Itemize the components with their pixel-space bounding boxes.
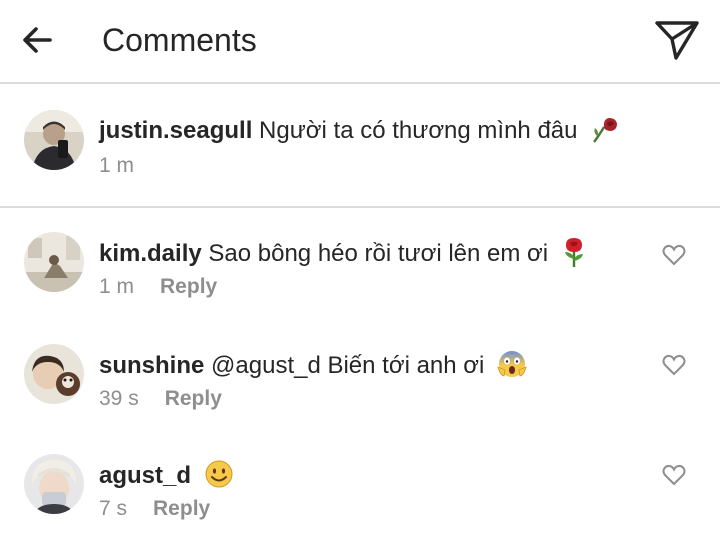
like-button[interactable] — [662, 244, 686, 266]
avatar[interactable] — [24, 454, 84, 514]
share-button[interactable] — [654, 18, 700, 62]
paper-plane-icon — [655, 21, 699, 60]
page-title: Comments — [102, 22, 257, 58]
caption-text: Người ta có thương mình đâu — [259, 117, 578, 144]
heart-icon — [662, 244, 686, 266]
reply-button[interactable]: Reply — [165, 387, 222, 410]
comment-row: sunshine @agust_d Biến tới anh ơi 39 s R… — [0, 320, 720, 430]
rose-icon — [561, 237, 587, 275]
comment-username[interactable]: agust_d — [99, 462, 191, 489]
caption-line: justin.seagull Người ta có thương mình đ… — [99, 114, 620, 152]
comment-row: agust_d 7 s Reply — [0, 430, 720, 534]
top-bar: Comments — [0, 0, 720, 84]
heart-icon — [662, 354, 686, 376]
comment-line: sunshine @agust_d Biến tới anh ơi — [99, 349, 527, 387]
comment-text: Sao bông héo rồi tươi lên em ơi — [208, 240, 549, 267]
comment-row: kim.daily Sao bông héo rồi tươi lên em ơ… — [0, 208, 720, 320]
smiling-face-icon — [204, 459, 234, 497]
comment-time: 7 s — [99, 497, 128, 520]
caption: justin.seagull Người ta có thương mình đ… — [0, 84, 720, 208]
comment-username[interactable]: sunshine — [99, 352, 204, 379]
comment-meta: 1 m Reply — [99, 274, 217, 300]
comment-time: 1 m — [99, 275, 135, 298]
comment-meta: 7 s Reply — [99, 496, 210, 522]
comment-time: 39 s — [99, 387, 139, 410]
screaming-face-icon — [497, 349, 527, 387]
caption-time: 1 m — [99, 154, 135, 177]
back-button[interactable] — [20, 22, 60, 58]
comment-line: agust_d — [99, 459, 234, 497]
comment-line: kim.daily Sao bông héo rồi tươi lên em ơ… — [99, 237, 587, 275]
like-button[interactable] — [662, 354, 686, 376]
comment-text: @agust_d Biến tới anh ơi — [211, 352, 485, 379]
avatar[interactable] — [24, 344, 84, 404]
arrow-left-icon — [23, 27, 52, 53]
reply-button[interactable]: Reply — [160, 275, 217, 298]
reply-button[interactable]: Reply — [153, 497, 210, 520]
avatar[interactable] — [24, 110, 84, 170]
caption-username[interactable]: justin.seagull — [99, 117, 252, 144]
comment-username[interactable]: kim.daily — [99, 240, 202, 267]
comment-meta: 39 s Reply — [99, 386, 222, 412]
like-button[interactable] — [662, 464, 686, 486]
avatar[interactable] — [24, 232, 84, 292]
wilted-rose-icon — [590, 114, 620, 152]
heart-icon — [662, 464, 686, 486]
